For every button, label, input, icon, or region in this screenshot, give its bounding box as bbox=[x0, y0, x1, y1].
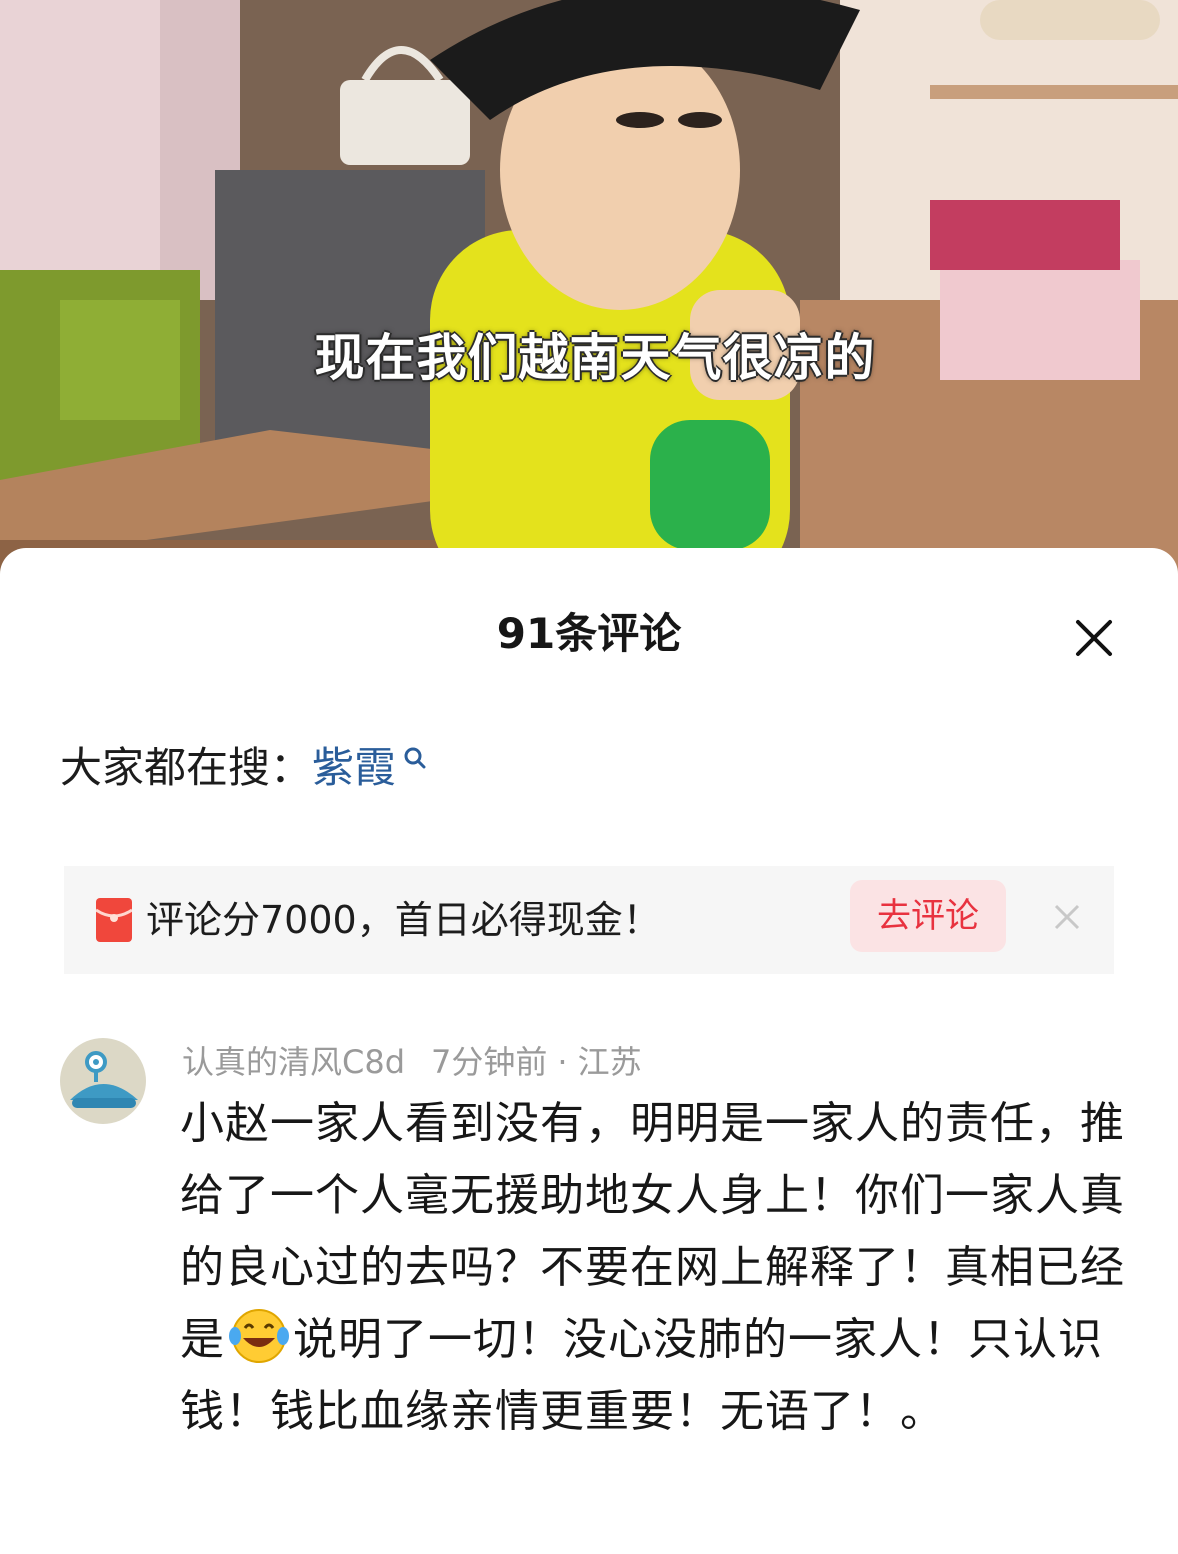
laughing-tears-emoji-icon bbox=[229, 1309, 289, 1363]
comment-meta: 认真的清风C8d 7分钟前 · 江苏 bbox=[182, 1040, 642, 1084]
go-comment-button[interactable]: 去评论 bbox=[850, 880, 1006, 952]
comment-location: 江苏 bbox=[577, 1043, 642, 1081]
promo-banner: 评论分7000，首日必得现金！ 去评论 bbox=[64, 866, 1114, 974]
video-subtitle: 现在我们越南天气很凉的 bbox=[314, 329, 876, 387]
hot-search-row: 大家都在搜： 紫霞 bbox=[60, 738, 428, 798]
red-envelope-icon bbox=[96, 898, 132, 942]
comments-sheet: 91条评论 大家都在搜： 紫霞 评论分7000，首日必得现金！ 去评论 认真的清… bbox=[0, 548, 1178, 1554]
app-screen: 现在我们越南天气很凉的 91条评论 大家都在搜： 紫霞 评论分7000，首日必得… bbox=[0, 0, 1178, 1554]
close-icon[interactable] bbox=[1068, 612, 1120, 664]
comments-count-title: 91条评论 bbox=[496, 609, 682, 658]
comment-author[interactable]: 认真的清风C8d bbox=[182, 1043, 405, 1081]
comment-time: 7分钟前 bbox=[431, 1043, 548, 1081]
meta-separator: · bbox=[557, 1043, 568, 1081]
comment-text-after-emoji: 说明了一切！没心没肺的一家人！只认识钱！钱比血缘亲情更重要！无语了！。 bbox=[180, 1314, 1103, 1437]
hot-search-label: 大家都在搜： bbox=[60, 743, 313, 792]
comment-text[interactable]: 小赵一家人看到没有，明明是一家人的责任，推给了一个人毫无援助地女人身上！你们一家… bbox=[180, 1088, 1140, 1448]
search-icon[interactable] bbox=[402, 745, 428, 771]
avatar[interactable] bbox=[60, 1038, 146, 1124]
video-frame bbox=[0, 0, 1178, 600]
hot-search-keyword[interactable]: 紫霞 bbox=[312, 738, 396, 798]
video-player[interactable]: 现在我们越南天气很凉的 bbox=[0, 0, 1178, 600]
promo-close-icon[interactable] bbox=[1052, 902, 1082, 932]
promo-text: 评论分7000，首日必得现金！ bbox=[146, 898, 661, 942]
